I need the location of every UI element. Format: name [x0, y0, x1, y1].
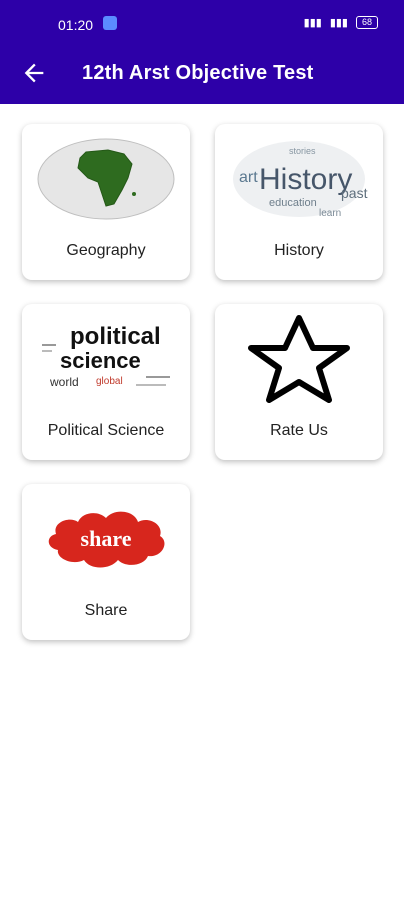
history-wordcloud-icon: History art past education learn stories	[233, 141, 368, 219]
political-science-wordcloud-icon: political science world global	[36, 314, 176, 404]
status-icons: ▮▮▮ ▮▮▮ 68	[304, 16, 378, 29]
svg-text:share: share	[81, 526, 132, 551]
notification-icon	[103, 16, 117, 30]
card-label: History	[274, 242, 324, 259]
app-bar: 01:20 ▮▮▮ ▮▮▮ 68 12th Arst Objective Tes…	[0, 0, 404, 104]
battery-icon: 68	[356, 16, 378, 29]
card-label: Share	[84, 602, 128, 619]
card-label: Geography	[66, 242, 146, 259]
svg-text:world: world	[49, 375, 79, 389]
svg-text:science: science	[60, 348, 141, 373]
card-geography[interactable]: Geography	[22, 124, 190, 280]
svg-text:art: art	[239, 169, 258, 186]
card-political-science[interactable]: political science world global Political…	[22, 304, 190, 460]
signal-icon-2: ▮▮▮	[329, 17, 348, 29]
status-bar: 01:20 ▮▮▮ ▮▮▮ 68	[0, 0, 404, 50]
back-arrow-icon[interactable]	[20, 59, 48, 87]
svg-text:political: political	[70, 323, 161, 350]
svg-text:global: global	[96, 376, 123, 387]
globe-africa-icon	[37, 138, 175, 220]
share-cloud-icon: share	[48, 511, 165, 568]
page-title: 12th Arst Objective Test	[82, 62, 314, 84]
card-history[interactable]: History art past education learn stories…	[215, 124, 383, 280]
toolbar: 12th Arst Objective Test	[0, 50, 404, 104]
star-outline-icon	[248, 315, 350, 403]
svg-text:education: education	[269, 197, 317, 209]
signal-icon: ▮▮▮	[303, 17, 322, 29]
card-label: Rate Us	[270, 422, 328, 439]
card-share[interactable]: share Share	[22, 484, 190, 640]
svg-text:past: past	[341, 185, 368, 201]
svg-text:learn: learn	[319, 208, 341, 219]
card-label: Political Science	[47, 422, 165, 439]
status-time: 01:20	[58, 17, 94, 33]
svg-text:History: History	[259, 163, 352, 196]
svg-text:stories: stories	[289, 146, 316, 156]
card-rate-us[interactable]: Rate Us	[215, 304, 383, 460]
